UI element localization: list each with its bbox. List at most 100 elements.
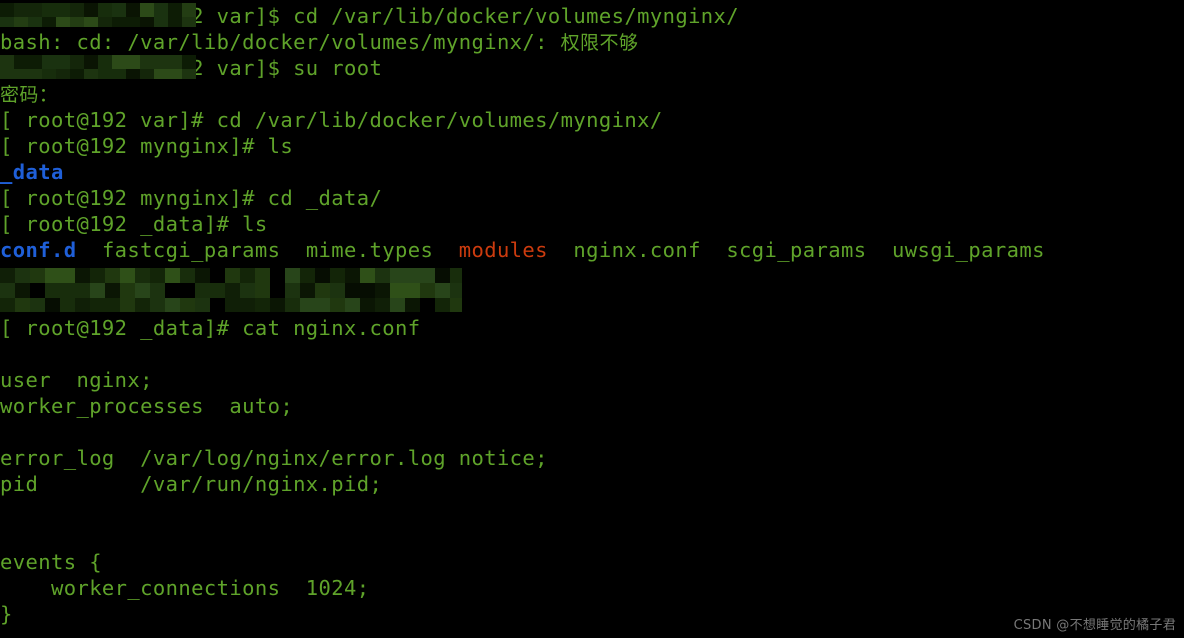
mosaic-pixel	[98, 55, 112, 69]
mosaic-pixel	[42, 55, 56, 69]
mosaic-pixel	[195, 298, 210, 312]
mosaic-pixel	[168, 55, 182, 69]
mosaic-pixel	[42, 17, 56, 27]
mosaic-pixel	[60, 298, 75, 312]
mosaic-pixel	[315, 268, 330, 283]
mosaic-pixel	[84, 69, 98, 79]
mosaic-pixel	[75, 268, 90, 283]
mosaic-pixel	[182, 17, 196, 27]
mosaic-pixel	[375, 298, 390, 312]
mosaic-pixel	[14, 3, 28, 17]
ls-entry-nginx-conf[interactable]: nginx.conf	[573, 238, 700, 262]
mosaic-pixel	[255, 283, 270, 298]
mosaic-pixel	[70, 17, 84, 27]
mosaic-pixel	[450, 268, 462, 283]
mosaic-pixel	[0, 268, 15, 283]
prompt-5: [ root@192 var]# cd /var/lib/docker/volu…	[0, 108, 663, 132]
mosaic-pixel	[70, 55, 84, 69]
mosaic-pixel	[90, 283, 105, 298]
ls-entry-mime-types[interactable]: mime.types	[306, 238, 433, 262]
ls-entry-fastcgi-params[interactable]: fastcgi_params	[102, 238, 280, 262]
terminal-line-17	[0, 419, 1184, 445]
mosaic-pixel	[28, 69, 42, 79]
mosaic-pixel	[435, 283, 450, 298]
mosaic-pixel	[105, 268, 120, 283]
ls-entry-modules[interactable]: modules	[459, 238, 548, 262]
mosaic-pixel	[75, 298, 90, 312]
mosaic-pixel	[154, 69, 168, 79]
mosaic-pixel	[195, 283, 210, 298]
ls-gap	[433, 238, 458, 262]
mosaic-pixel	[405, 283, 420, 298]
mosaic-pixel	[360, 298, 375, 312]
ls-entry-conf-d[interactable]: conf.d	[0, 238, 76, 262]
terminal-line-22: events {	[0, 549, 1184, 575]
mosaic-pixel	[0, 17, 14, 27]
prompt-13: [ root@192 _data]# cat nginx.conf	[0, 316, 421, 340]
mosaic-pixel	[390, 298, 405, 312]
mosaic-pixel	[98, 69, 112, 79]
mosaic-pixel	[150, 298, 165, 312]
ls-entry-scgi-params[interactable]: scgi_params	[726, 238, 866, 262]
mosaic-pixel	[168, 17, 182, 27]
mosaic-pixel	[126, 55, 140, 69]
mosaic-pixel	[225, 268, 240, 283]
mosaic-pixel	[285, 268, 300, 283]
mosaic-pixel	[60, 283, 75, 298]
mosaic-pixel	[255, 298, 270, 312]
terminal-line-9: [ root@192 _data]# ls	[0, 211, 1184, 237]
mosaic-pixel	[56, 69, 70, 79]
mosaic-pixel	[14, 17, 28, 27]
mosaic-pixel	[0, 3, 14, 17]
mosaic-pixel	[56, 17, 70, 27]
terminal-screen[interactable]: [ <redacted>@192 var]$ cd /var/lib/docke…	[0, 0, 1184, 638]
mosaic-pixel	[420, 268, 435, 283]
mosaic-pixel	[84, 3, 98, 17]
password-prompt-label: 密码：	[0, 84, 59, 106]
mosaic-pixel	[180, 283, 195, 298]
mosaic-pixel	[15, 298, 30, 312]
mosaic-pixel	[90, 268, 105, 283]
mosaic-pixel	[112, 3, 126, 17]
mosaic-pixel	[15, 268, 30, 283]
mosaic-pixel	[120, 298, 135, 312]
mosaic-pixel	[15, 283, 30, 298]
mosaic-pixel	[140, 17, 154, 27]
mosaic-pixel	[315, 283, 330, 298]
mosaic-pixel	[255, 268, 270, 283]
terminal-window[interactable]: [ <redacted>@192 var]$ cd /var/lib/docke…	[0, 0, 1184, 638]
mosaic-pixel	[70, 69, 84, 79]
mosaic-pixel	[210, 268, 225, 283]
mosaic-pixel	[135, 268, 150, 283]
mosaic-pixel	[0, 283, 15, 298]
mosaic-pixel	[98, 3, 112, 17]
mosaic-pixel	[14, 69, 28, 79]
mosaic-pixel	[126, 3, 140, 17]
ls-entry-uwsgi-params[interactable]: uwsgi_params	[892, 238, 1045, 262]
terminal-line-6: [ root@192 mynginx]# ls	[0, 133, 1184, 159]
ls-gap	[701, 238, 726, 262]
mosaic-pixel	[270, 283, 285, 298]
mosaic-pixel	[360, 268, 375, 283]
terminal-line-8: [ root@192 mynginx]# cd _data/	[0, 185, 1184, 211]
mosaic-pixel	[435, 298, 450, 312]
terminal-line-18: error_log /var/log/nginx/error.log notic…	[0, 445, 1184, 471]
mosaic-pixel	[390, 268, 405, 283]
mosaic-pixel	[140, 55, 154, 69]
bash-error-text: bash: cd: /var/lib/docker/volumes/myngin…	[0, 30, 561, 54]
mosaic-pixel	[168, 3, 182, 17]
mosaic-pixel	[345, 283, 360, 298]
terminal-line-13: [ root@192 _data]# cat nginx.conf	[0, 315, 1184, 341]
mosaic-pixel	[450, 298, 462, 312]
terminal-line-10: conf.d fastcgi_params mime.types modules…	[0, 237, 1184, 263]
mosaic-pixel	[112, 55, 126, 69]
conf-pid: pid /var/run/nginx.pid;	[0, 472, 383, 496]
ls-entry-_data[interactable]: _data	[0, 160, 64, 184]
mosaic-pixel	[150, 283, 165, 298]
mosaic-pixel	[210, 298, 225, 312]
mosaic-pixel	[435, 268, 450, 283]
mosaic-pixel	[56, 3, 70, 17]
mosaic-pixel	[135, 298, 150, 312]
mosaic-pixel	[45, 298, 60, 312]
mosaic-pixel	[120, 268, 135, 283]
